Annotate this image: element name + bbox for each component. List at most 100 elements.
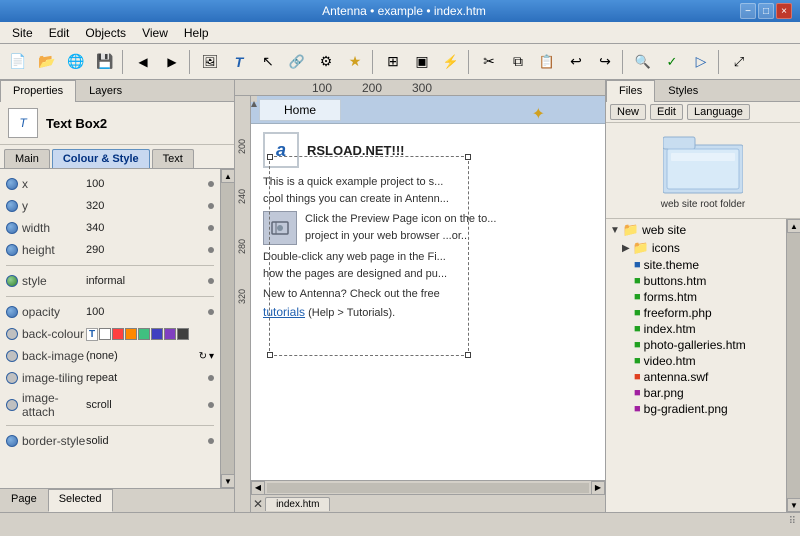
- swatch-red[interactable]: [112, 328, 124, 340]
- list-item[interactable]: ▼ 📁 web site: [606, 221, 786, 239]
- cursor-button[interactable]: [254, 48, 282, 76]
- list-item[interactable]: ■ forms.htm: [606, 289, 786, 305]
- swatch-purple[interactable]: [164, 328, 176, 340]
- list-item[interactable]: ■ bar.png: [606, 385, 786, 401]
- prop-value-width[interactable]: 340: [86, 222, 204, 234]
- h-scroll-left[interactable]: ◀: [251, 481, 265, 495]
- menu-site[interactable]: Site: [4, 24, 41, 42]
- swatch-white[interactable]: [99, 328, 111, 340]
- resize-grip[interactable]: ⠿: [789, 516, 796, 527]
- bottom-tab-selected[interactable]: Selected: [48, 489, 113, 512]
- prop-value-image-tiling[interactable]: repeat: [86, 372, 204, 384]
- prop-value-image-attach[interactable]: scroll: [86, 399, 204, 411]
- right-tab-styles[interactable]: Styles: [655, 80, 711, 101]
- list-item[interactable]: ■ index.htm: [606, 321, 786, 337]
- prop-value-opacity[interactable]: 100: [86, 306, 204, 318]
- list-item[interactable]: ■ bg-gradient.png: [606, 401, 786, 417]
- link-button[interactable]: [283, 48, 311, 76]
- nav-home-btn[interactable]: Home: [259, 99, 341, 121]
- list-item[interactable]: ■ freeform.php: [606, 305, 786, 321]
- forward-button[interactable]: [158, 48, 186, 76]
- canvas-page-tab[interactable]: index.htm: [265, 497, 330, 511]
- tab-layers[interactable]: Layers: [76, 80, 135, 101]
- right-scroll-up[interactable]: ▲: [787, 219, 800, 233]
- subtab-text[interactable]: Text: [152, 149, 194, 168]
- list-item[interactable]: ■ buttons.htm: [606, 273, 786, 289]
- paste-button[interactable]: [533, 48, 561, 76]
- right-panel-scrollbar[interactable]: ▲ ▼: [786, 219, 800, 512]
- right-tab-files[interactable]: Files: [606, 80, 655, 102]
- redo-button[interactable]: [591, 48, 619, 76]
- back-image-edit-btn[interactable]: ↻: [199, 351, 207, 362]
- canvas-main[interactable]: Home ✦ a RSLOAD.NET!!! This is a quick e…: [251, 96, 605, 512]
- scroll-up-btn[interactable]: ▲: [221, 169, 234, 183]
- canvas-h-scrollbar[interactable]: ◀ ▶: [251, 480, 605, 494]
- flash-button[interactable]: [437, 48, 465, 76]
- scroll-down-btn[interactable]: ▼: [221, 474, 234, 488]
- image-button[interactable]: [196, 48, 224, 76]
- subtab-main[interactable]: Main: [4, 149, 50, 168]
- globe-button[interactable]: [62, 48, 90, 76]
- copy-button[interactable]: [504, 48, 532, 76]
- swatch-orange[interactable]: [125, 328, 137, 340]
- back-image-dropdown-btn[interactable]: ▾: [209, 351, 214, 362]
- scissors-button[interactable]: [475, 48, 503, 76]
- prop-value-back-image[interactable]: (none): [86, 350, 199, 362]
- swatch-dark[interactable]: [177, 328, 189, 340]
- close-button[interactable]: ×: [776, 3, 792, 19]
- text-button[interactable]: [225, 48, 253, 76]
- bottom-tab-page[interactable]: Page: [0, 489, 48, 512]
- undo-button[interactable]: [562, 48, 590, 76]
- prop-scrollbar[interactable]: ▲ ▼: [220, 169, 234, 488]
- save-button[interactable]: [91, 48, 119, 76]
- open-file-button[interactable]: [33, 48, 61, 76]
- list-item[interactable]: ■ antenna.swf: [606, 369, 786, 385]
- prop-row-height: height 290: [0, 239, 220, 261]
- preview-row: Click the Preview Page icon on the to...…: [263, 211, 593, 245]
- color-swatches: T: [86, 328, 214, 341]
- menu-objects[interactable]: Objects: [77, 24, 134, 42]
- h-scroll-track[interactable]: [267, 483, 589, 493]
- prop-value-height[interactable]: 290: [86, 244, 204, 256]
- files-edit-btn[interactable]: Edit: [650, 104, 683, 120]
- new-file-button[interactable]: [4, 48, 32, 76]
- canvas-wrapper: 100 200 300 200 240 280 320: [235, 80, 605, 512]
- h-scroll-right[interactable]: ▶: [591, 481, 605, 495]
- star-button[interactable]: [341, 48, 369, 76]
- right-scroll-down[interactable]: ▼: [787, 498, 800, 512]
- scroll-track[interactable]: [221, 183, 234, 474]
- puzzle-button[interactable]: [312, 48, 340, 76]
- list-item[interactable]: ■ photo-galleries.htm: [606, 337, 786, 353]
- right-panel-tabs: Files Styles: [606, 80, 800, 102]
- files-language-btn[interactable]: Language: [687, 104, 750, 120]
- right-scroll-track[interactable]: [787, 233, 800, 498]
- maximize-button[interactable]: □: [758, 3, 774, 19]
- table-button[interactable]: [379, 48, 407, 76]
- files-new-btn[interactable]: New: [610, 104, 646, 120]
- prop-value-x[interactable]: 100: [86, 178, 204, 190]
- arrow-multi-button[interactable]: [725, 48, 753, 76]
- prop-value-border-style[interactable]: solid: [86, 435, 204, 447]
- menu-edit[interactable]: Edit: [41, 24, 78, 42]
- back-button[interactable]: [129, 48, 157, 76]
- swatch-teal[interactable]: [138, 328, 150, 340]
- tutorials-link[interactable]: tutorials: [263, 305, 305, 319]
- subtab-colour-style[interactable]: Colour & Style: [52, 149, 150, 168]
- canvas-close-icon[interactable]: ✕: [253, 497, 263, 511]
- text-color-icon[interactable]: T: [86, 328, 98, 341]
- swatch-blue[interactable]: [151, 328, 163, 340]
- preview-button[interactable]: [687, 48, 715, 76]
- list-item[interactable]: ■ video.htm: [606, 353, 786, 369]
- ruler-mark-280v: 280: [235, 206, 250, 256]
- tab-properties[interactable]: Properties: [0, 80, 76, 102]
- prop-value-style[interactable]: informal: [86, 275, 204, 287]
- zoom-button[interactable]: [629, 48, 657, 76]
- menu-view[interactable]: View: [134, 24, 176, 42]
- check-button[interactable]: [658, 48, 686, 76]
- film-button[interactable]: [408, 48, 436, 76]
- prop-value-y[interactable]: 320: [86, 200, 204, 212]
- list-item[interactable]: ▶ 📁 icons: [606, 239, 786, 257]
- minimize-button[interactable]: −: [740, 3, 756, 19]
- menu-help[interactable]: Help: [176, 24, 217, 42]
- list-item[interactable]: ■ site.theme: [606, 257, 786, 273]
